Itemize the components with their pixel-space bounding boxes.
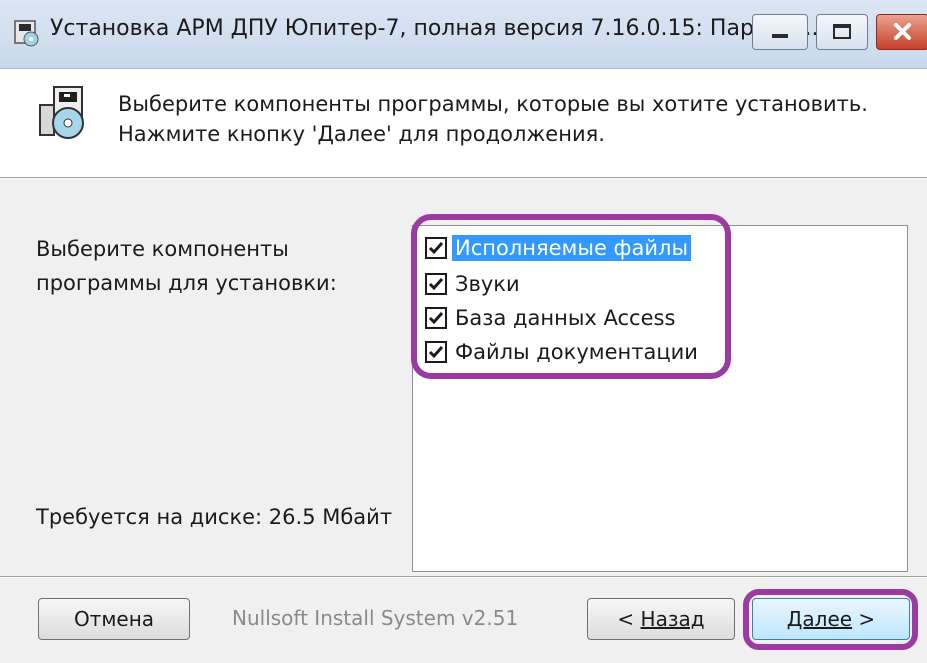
- components-label: Выберите компоненты программы для устано…: [36, 232, 337, 300]
- header-panel: Выберите компоненты программы, которые в…: [0, 69, 927, 177]
- title-bar[interactable]: Установка АРМ ДПУ Юпитер-7, полная верси…: [0, 0, 927, 69]
- back-arrow: <: [617, 607, 641, 631]
- header-instructions: Выберите компоненты программы, которые в…: [118, 89, 868, 149]
- maximize-icon: [833, 24, 851, 39]
- installer-branding: Nullsoft Install System v2.51: [232, 606, 519, 630]
- back-button[interactable]: < Назад: [587, 598, 735, 640]
- installer-window: Установка АРМ ДПУ Юпитер-7, полная верси…: [0, 0, 927, 663]
- disk-space-required: Требуется на диске: 26.5 Мбайт: [36, 505, 393, 529]
- annotation-highlight-components: [411, 214, 731, 379]
- back-label: Назад: [640, 607, 705, 631]
- header-line-2: Нажмите кнопку 'Далее' для продолжения.: [118, 122, 605, 146]
- minimize-button[interactable]: [752, 14, 808, 50]
- header-divider: [0, 177, 927, 179]
- minimize-icon: [772, 34, 788, 38]
- maximize-button[interactable]: [816, 14, 868, 50]
- footer-divider: [0, 576, 927, 578]
- window-title: Установка АРМ ДПУ Юпитер-7, полная верси…: [50, 16, 819, 41]
- header-line-1: Выберите компоненты программы, которые в…: [118, 92, 868, 116]
- close-button[interactable]: [876, 14, 927, 50]
- components-label-line-1: Выберите компоненты: [36, 237, 289, 261]
- annotation-highlight-next: [743, 589, 918, 650]
- installer-cd-icon: [39, 86, 84, 139]
- components-label-line-2: программы для установки:: [36, 271, 337, 295]
- cancel-button[interactable]: Отмена: [38, 598, 190, 640]
- installer-icon: [14, 20, 39, 47]
- close-icon: [894, 23, 911, 40]
